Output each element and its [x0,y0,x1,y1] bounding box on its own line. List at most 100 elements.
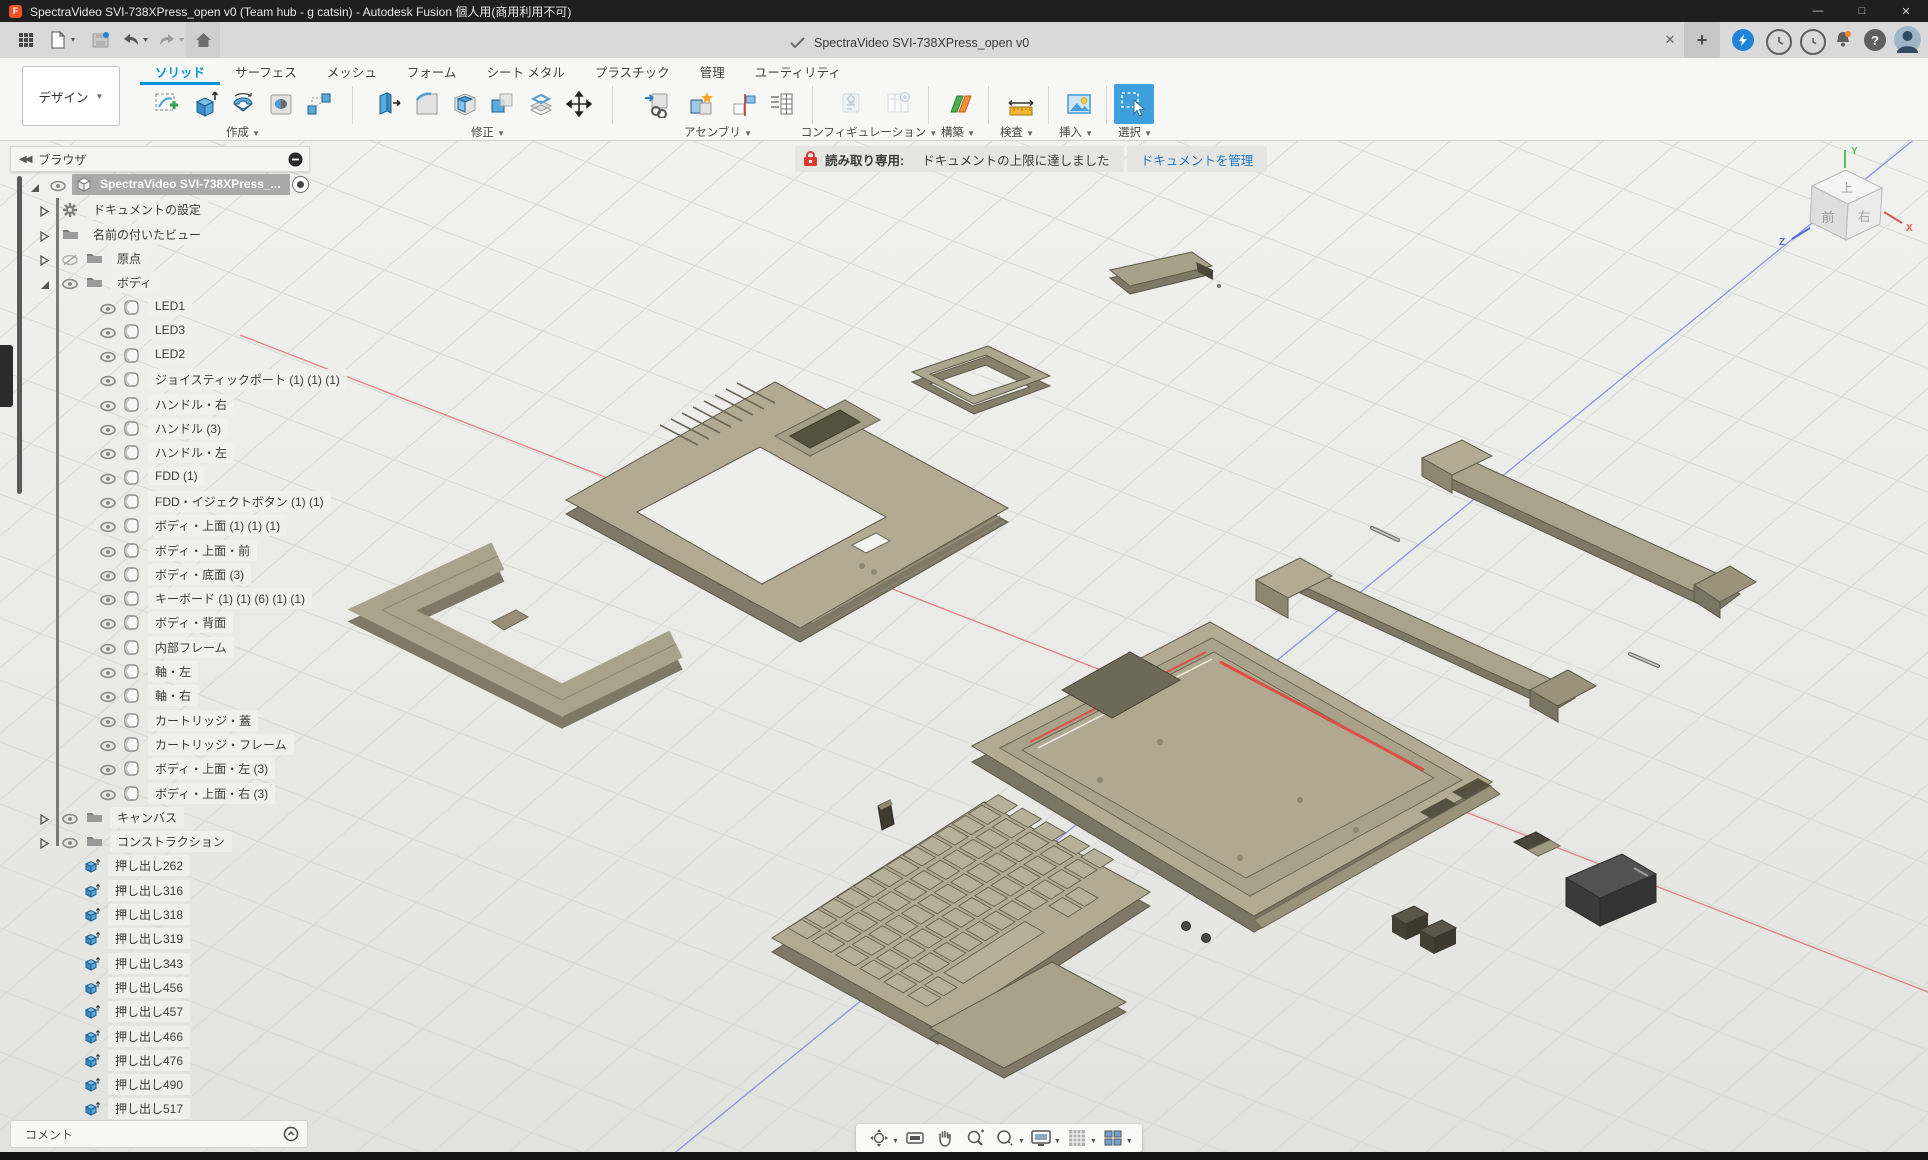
file-menu-icon[interactable] [44,26,84,54]
timer-icon[interactable] [1766,29,1792,55]
ribbon-group-選択[interactable]: 選択 ▼ [1118,124,1152,140]
shell-icon[interactable] [448,86,482,122]
visibility-eye-icon[interactable] [100,472,116,490]
new-component-icon[interactable] [684,86,718,122]
part-keyboard[interactable] [772,795,1150,1078]
part-latch[interactable] [1514,832,1560,856]
visibility-eye-icon[interactable] [100,788,116,806]
clock-icon[interactable] [1800,29,1826,55]
modeling-canvas[interactable]: 上 前 右 Y X Z [0,140,1928,1152]
expander-icon[interactable] [40,229,49,247]
part-cartridge-frame[interactable] [912,346,1050,414]
visibility-eye-icon[interactable] [100,617,116,635]
visibility-eye-icon[interactable] [100,302,116,320]
close-document-tab-icon[interactable]: ✕ [1656,26,1684,54]
pattern-icon[interactable] [302,86,336,122]
visibility-eye-icon[interactable] [100,520,116,538]
look-at-icon[interactable] [902,1126,928,1150]
job-status-icon[interactable] [1732,29,1754,51]
part-top-case[interactable] [566,382,1008,642]
new-document-tab-icon[interactable]: + [1684,22,1720,58]
pan-icon[interactable] [932,1126,958,1150]
visibility-eye-icon[interactable] [100,496,116,514]
user-avatar[interactable] [1894,26,1921,53]
browser-panel-header[interactable]: ◀◀ ブラウザ [10,146,310,172]
home-icon[interactable] [186,22,220,58]
redo-icon[interactable] [152,26,190,54]
visibility-eye-icon[interactable] [100,399,116,417]
fit-view-icon[interactable] [992,1126,1018,1150]
viewports-icon[interactable] [1100,1126,1126,1150]
insert-image-icon[interactable] [1062,86,1096,122]
expander-icon[interactable] [40,204,49,222]
measure-icon[interactable] [1004,86,1038,122]
part-right-rail[interactable] [1422,440,1756,618]
visibility-eye-icon[interactable] [100,326,116,344]
minimize-button[interactable]: — [1796,0,1840,22]
maximize-button[interactable]: □ [1840,0,1884,22]
manage-documents-link[interactable]: ドキュメントを管理 [1127,146,1268,172]
visibility-eye-icon[interactable] [100,593,116,611]
visibility-eye-icon[interactable] [62,836,78,854]
ribbon-group-挿入[interactable]: 挿入 ▼ [1059,124,1093,140]
joint-icon[interactable] [728,86,762,122]
press-pull-icon[interactable] [372,86,406,122]
part-handle-frame[interactable] [382,556,676,712]
ribbon-tab-ソリッド[interactable]: ソリッド [140,58,220,85]
ribbon-tab-フォーム[interactable]: フォーム [392,58,472,82]
expander-icon[interactable] [40,277,50,295]
insert-derive-icon[interactable] [640,86,674,122]
visibility-eye-icon[interactable] [100,763,116,781]
left-edge-flyout-handle[interactable] [0,345,13,407]
configuration-table-icon[interactable] [882,86,916,122]
root-expander-icon[interactable] [30,180,40,198]
ribbon-tab-シート メタル[interactable]: シート メタル [471,58,579,82]
visibility-eye-icon[interactable] [100,739,116,757]
combine-icon[interactable] [486,86,520,122]
minimize-panel-icon[interactable] [288,152,303,167]
expand-comments-icon[interactable] [283,1126,299,1142]
zoom-icon[interactable] [962,1126,988,1150]
expander-icon[interactable] [40,253,49,271]
collapse-panel-icon[interactable]: ◀◀ [19,154,30,165]
offset-face-icon[interactable] [524,86,558,122]
ribbon-tab-ユーティリティ[interactable]: ユーティリティ [740,58,856,82]
comments-bar[interactable]: コメント [10,1120,308,1148]
visibility-eye-icon[interactable] [100,350,116,368]
hole-icon[interactable] [264,86,298,122]
visibility-eye-icon[interactable] [100,374,116,392]
save-icon[interactable] [86,26,114,54]
part-screws[interactable] [1182,922,1211,943]
select-tool-icon[interactable] [1114,84,1154,124]
ribbon-tab-サーフェス[interactable]: サーフェス [220,58,312,82]
part-small-button[interactable] [878,800,894,830]
visibility-eye-icon[interactable] [62,253,78,271]
notifications-bell-icon[interactable] [1832,29,1854,51]
ribbon-tab-管理[interactable]: 管理 [685,58,740,82]
configuration-icon[interactable] [836,86,870,122]
viewcube-top-label[interactable]: 上 [1841,181,1853,195]
visibility-eye-icon[interactable] [62,812,78,830]
visibility-eye-icon[interactable] [100,715,116,733]
grid-settings-icon[interactable] [1064,1126,1090,1150]
browser-scrollbar[interactable] [17,176,22,494]
part-connectors[interactable] [1392,906,1456,954]
ribbon-group-検査[interactable]: 検査 ▼ [1000,124,1034,140]
sketch-create-icon[interactable] [150,86,184,122]
expander-icon[interactable] [40,812,49,830]
viewcube-front-label[interactable]: 前 [1821,210,1834,225]
app-grid-icon[interactable] [12,26,40,54]
visibility-eye-icon[interactable] [62,277,78,295]
visibility-eye-icon[interactable] [100,642,116,660]
activate-component-radio[interactable] [292,176,309,193]
viewcube-right-label[interactable]: 右 [1857,209,1870,224]
visibility-eye-icon[interactable] [100,423,116,441]
ribbon-group-作成[interactable]: 作成 ▼ [226,124,260,140]
ribbon-tab-メッシュ[interactable]: メッシュ [312,58,392,82]
help-icon[interactable]: ? [1864,29,1886,51]
root-visibility-eye-icon[interactable] [50,179,66,197]
display-settings-icon[interactable] [1028,1126,1054,1150]
ribbon-group-修正[interactable]: 修正 ▼ [471,124,505,140]
ribbon-group-アセンブリ[interactable]: アセンブリ ▼ [684,124,752,140]
document-tab[interactable]: SpectraVideo SVI-738XPress_open v0 [790,28,1029,58]
